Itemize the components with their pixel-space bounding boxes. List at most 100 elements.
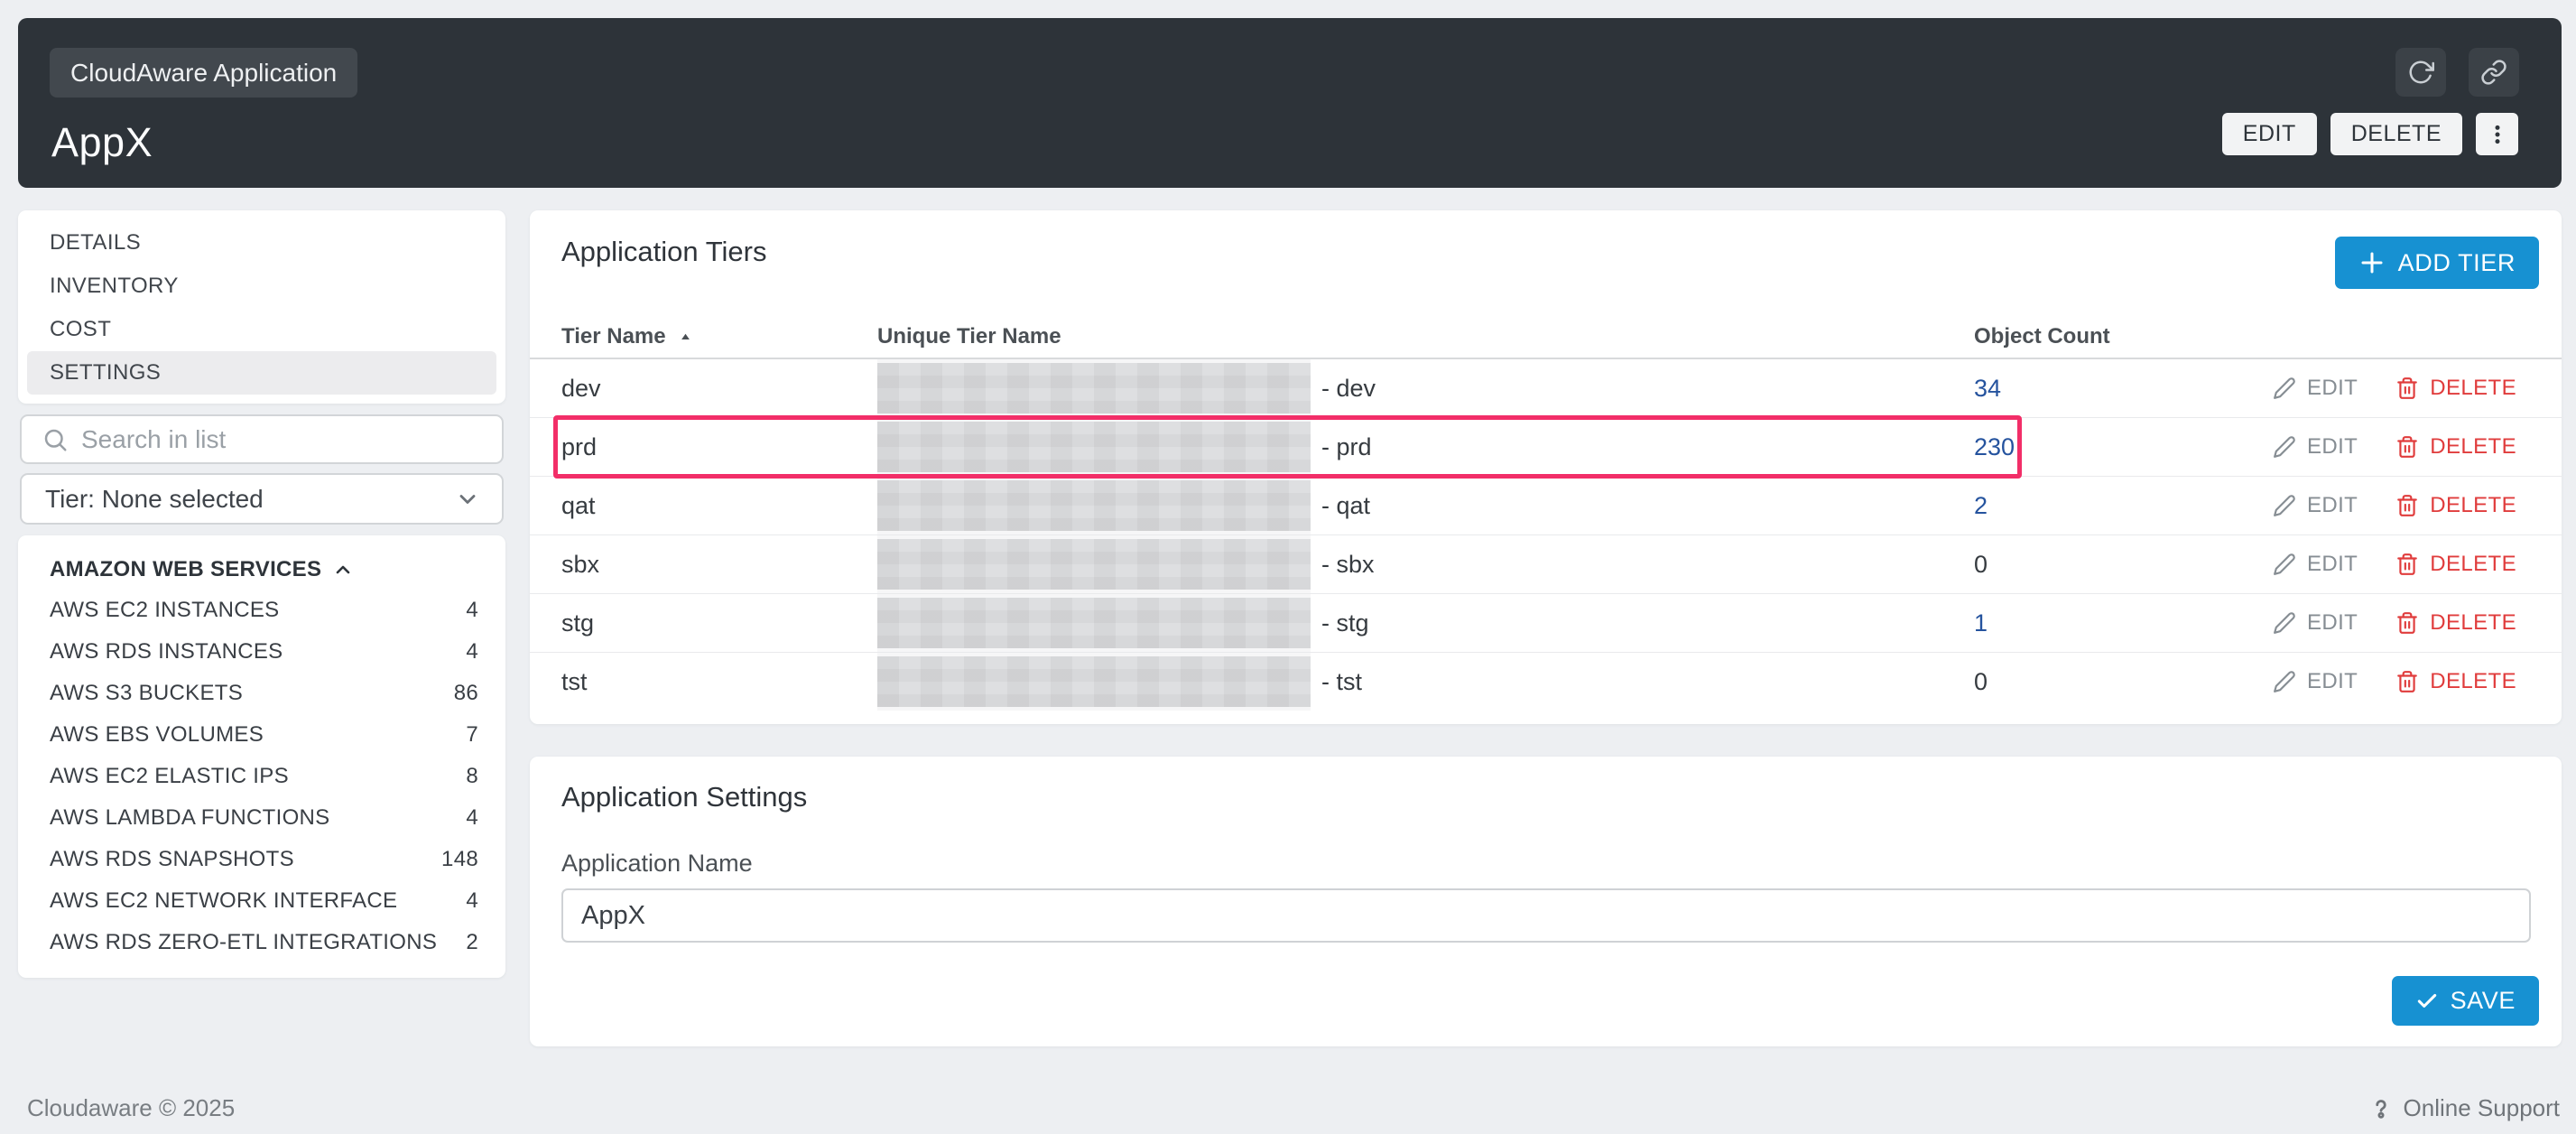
sidebar-nav-item[interactable]: DETAILS xyxy=(27,221,496,265)
trash-icon xyxy=(2395,611,2419,635)
unique-tier-suffix: - sbx xyxy=(1321,551,1375,579)
aws-object-label: AWS EBS VOLUMES xyxy=(50,722,264,748)
trash-icon xyxy=(2395,376,2419,400)
sidebar-object-list: AMAZON WEB SERVICES AWS EC2 INSTANCES 4 … xyxy=(18,535,505,978)
aws-object-item[interactable]: AWS RDS ZERO-ETL INTEGRATIONS 2 xyxy=(50,922,478,963)
add-tier-label: ADD TIER xyxy=(2398,249,2516,277)
online-support-label: Online Support xyxy=(2404,1094,2560,1122)
row-edit-button[interactable]: EDIT xyxy=(2273,552,2358,577)
kebab-icon xyxy=(2486,123,2509,146)
tier-filter-value: Tier: None selected xyxy=(45,485,264,514)
sidebar-nav-item-label: INVENTORY xyxy=(50,274,179,299)
row-edit-button[interactable]: EDIT xyxy=(2273,493,2358,518)
column-unique-tier-name: Unique Tier Name xyxy=(877,324,1974,349)
row-delete-button[interactable]: DELETE xyxy=(2395,610,2516,636)
application-name-field[interactable] xyxy=(561,888,2531,943)
row-delete-button[interactable]: DELETE xyxy=(2395,552,2516,577)
aws-object-item[interactable]: AWS EC2 ELASTIC IPS 8 xyxy=(50,756,478,797)
tiers-table: Tier Name Unique Tier Name Object Count … xyxy=(530,316,2562,711)
delete-button[interactable]: DELETE xyxy=(2330,113,2462,155)
sidebar-nav-item-label: COST xyxy=(50,317,111,342)
online-support-link[interactable]: Online Support xyxy=(2368,1094,2560,1122)
object-count-link[interactable]: 1 xyxy=(1974,609,2229,637)
aws-object-count: 4 xyxy=(466,598,478,623)
page: CloudAware Application AppX EDIT DELETE xyxy=(0,0,2576,1134)
tier-row-actions: EDIT DELETE xyxy=(2229,376,2516,401)
object-count-link[interactable]: 34 xyxy=(1974,375,2229,403)
column-tier-name[interactable]: Tier Name xyxy=(561,324,877,349)
tier-name-cell: tst xyxy=(561,668,877,696)
aws-object-label: AWS EC2 ELASTIC IPS xyxy=(50,764,289,789)
aws-object-count: 7 xyxy=(466,722,478,748)
application-name-label: Application Name xyxy=(561,850,753,878)
row-delete-button[interactable]: DELETE xyxy=(2395,434,2516,460)
aws-object-item[interactable]: AWS EC2 NETWORK INTERFACE 4 xyxy=(50,880,478,922)
tier-row-actions: EDIT DELETE xyxy=(2229,610,2516,636)
header-icon-group xyxy=(2395,48,2519,97)
aws-object-item[interactable]: AWS EBS VOLUMES 7 xyxy=(50,714,478,756)
redacted-text-blur xyxy=(877,539,1311,590)
object-count-link: 0 xyxy=(1974,668,2229,696)
redacted-text-blur xyxy=(877,422,1311,472)
tier-name-cell: sbx xyxy=(561,551,877,579)
row-edit-label: EDIT xyxy=(2307,552,2358,577)
pencil-icon xyxy=(2273,670,2296,693)
permalink-button[interactable] xyxy=(2469,48,2519,97)
tier-name-cell: qat xyxy=(561,492,877,520)
pencil-icon xyxy=(2273,494,2296,517)
trash-icon xyxy=(2395,435,2419,459)
redacted-text-blur xyxy=(877,480,1311,531)
refresh-button[interactable] xyxy=(2395,48,2446,97)
more-actions-button[interactable] xyxy=(2476,113,2518,155)
row-delete-button[interactable]: DELETE xyxy=(2395,493,2516,518)
tier-row: stg - stg 1 EDIT DELETE xyxy=(530,594,2562,653)
check-icon xyxy=(2415,990,2439,1013)
aws-object-label: AWS EC2 INSTANCES xyxy=(50,598,279,623)
unique-tier-name-cell: - prd xyxy=(877,422,1974,472)
aws-object-item[interactable]: AWS RDS SNAPSHOTS 148 xyxy=(50,839,478,880)
tier-row-actions: EDIT DELETE xyxy=(2229,493,2516,518)
row-edit-button[interactable]: EDIT xyxy=(2273,669,2358,694)
aws-object-item[interactable]: AWS S3 BUCKETS 86 xyxy=(50,673,478,714)
add-tier-button[interactable]: ADD TIER xyxy=(2335,237,2539,289)
aws-object-label: AWS RDS ZERO-ETL INTEGRATIONS xyxy=(50,930,437,955)
sidebar-search xyxy=(20,414,504,464)
sidebar-nav-item[interactable]: COST xyxy=(27,308,496,351)
pencil-icon xyxy=(2273,435,2296,459)
sidebar-nav: DETAILS INVENTORY COST SETTINGS xyxy=(18,210,505,404)
tier-row: tst - tst 0 EDIT DELETE xyxy=(530,653,2562,711)
trash-icon xyxy=(2395,670,2419,693)
refresh-icon xyxy=(2407,59,2434,86)
sidebar-nav-item[interactable]: SETTINGS xyxy=(27,351,496,395)
pencil-icon xyxy=(2273,553,2296,576)
object-count-link[interactable]: 2 xyxy=(1974,492,2229,520)
settings-panel-title: Application Settings xyxy=(561,781,807,813)
row-delete-button[interactable]: DELETE xyxy=(2395,376,2516,401)
page-title: AppX xyxy=(51,119,153,166)
plus-icon xyxy=(2358,249,2386,276)
tier-row: prd - prd 230 EDIT DELETE xyxy=(530,418,2562,477)
column-object-count: Object Count xyxy=(1974,324,2229,349)
save-button[interactable]: SAVE xyxy=(2392,976,2539,1026)
row-edit-label: EDIT xyxy=(2307,669,2358,694)
tier-filter-dropdown[interactable]: Tier: None selected xyxy=(20,473,504,525)
row-delete-button[interactable]: DELETE xyxy=(2395,669,2516,694)
aws-object-item[interactable]: AWS LAMBDA FUNCTIONS 4 xyxy=(50,797,478,839)
row-edit-button[interactable]: EDIT xyxy=(2273,376,2358,401)
row-edit-button[interactable]: EDIT xyxy=(2273,610,2358,636)
tiers-table-header: Tier Name Unique Tier Name Object Count xyxy=(530,316,2562,359)
row-edit-label: EDIT xyxy=(2307,493,2358,518)
aws-object-count: 4 xyxy=(466,805,478,831)
save-label: SAVE xyxy=(2451,987,2516,1015)
object-count-link[interactable]: 230 xyxy=(1974,433,2229,461)
edit-button[interactable]: EDIT xyxy=(2222,113,2317,155)
aws-group-header[interactable]: AMAZON WEB SERVICES xyxy=(50,550,478,590)
redacted-text-blur xyxy=(877,598,1311,648)
aws-object-item[interactable]: AWS RDS INSTANCES 4 xyxy=(50,631,478,673)
aws-object-count: 8 xyxy=(466,764,478,789)
row-edit-button[interactable]: EDIT xyxy=(2273,434,2358,460)
search-input[interactable] xyxy=(79,424,493,455)
sort-asc-icon xyxy=(679,330,692,344)
aws-object-item[interactable]: AWS EC2 INSTANCES 4 xyxy=(50,590,478,631)
sidebar-nav-item[interactable]: INVENTORY xyxy=(27,265,496,308)
